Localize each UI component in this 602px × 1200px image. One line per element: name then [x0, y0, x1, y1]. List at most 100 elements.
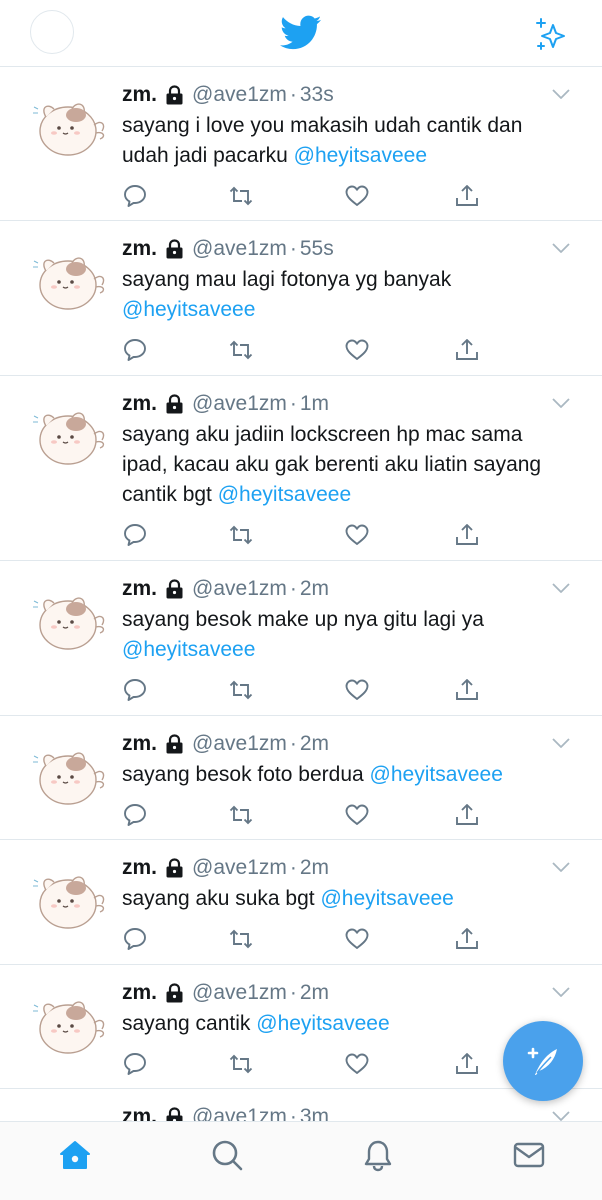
user-handle[interactable]: @ave1zm	[192, 730, 287, 758]
share-icon[interactable]	[454, 802, 480, 828]
mention-link[interactable]: @heyitsaveee	[256, 1012, 389, 1035]
tweet[interactable]: zm. @ave1zm · 33s sayang i love you maka…	[0, 67, 602, 221]
like-icon[interactable]	[344, 1051, 370, 1077]
like-icon[interactable]	[344, 677, 370, 703]
compose-tweet-button[interactable]	[503, 1021, 583, 1101]
mention-link[interactable]: @heyitsaveee	[320, 887, 453, 910]
display-name[interactable]: zm.	[122, 81, 157, 109]
cat-avatar[interactable]	[32, 249, 112, 313]
chevron-down-icon[interactable]	[552, 987, 570, 997]
user-handle[interactable]: @ave1zm	[192, 81, 287, 109]
tweet-header: zm. @ave1zm · 1m	[122, 390, 570, 418]
share-icon[interactable]	[454, 337, 480, 363]
retweet-icon[interactable]	[228, 926, 254, 952]
timestamp[interactable]: 1m	[300, 390, 329, 418]
tweet-text: sayang besok make up nya gitu lagi ya @h…	[122, 605, 570, 665]
lock-icon	[166, 1107, 183, 1121]
reply-icon[interactable]	[122, 677, 148, 703]
user-handle[interactable]: @ave1zm	[192, 1103, 287, 1121]
tweet-header: zm. @ave1zm · 2m	[122, 575, 570, 603]
chevron-down-icon[interactable]	[552, 738, 570, 748]
user-handle[interactable]: @ave1zm	[192, 575, 287, 603]
like-icon[interactable]	[344, 522, 370, 548]
share-icon[interactable]	[454, 1051, 480, 1077]
mention-link[interactable]: @heyitsaveee	[122, 638, 255, 661]
mention-link[interactable]: @heyitsaveee	[370, 763, 503, 786]
share-icon[interactable]	[454, 926, 480, 952]
reply-icon[interactable]	[122, 802, 148, 828]
retweet-icon[interactable]	[228, 337, 254, 363]
retweet-icon[interactable]	[228, 522, 254, 548]
retweet-icon[interactable]	[228, 1051, 254, 1077]
user-handle[interactable]: @ave1zm	[192, 235, 287, 263]
display-name[interactable]: zm.	[122, 979, 157, 1007]
like-icon[interactable]	[344, 183, 370, 209]
cat-avatar[interactable]	[32, 868, 112, 932]
timestamp[interactable]: 3m	[300, 1103, 329, 1121]
cat-avatar[interactable]	[32, 589, 112, 653]
tweet[interactable]: zm. @ave1zm · 55s sayang mau lagi fotony…	[0, 221, 602, 376]
chevron-down-icon[interactable]	[552, 243, 570, 253]
retweet-icon[interactable]	[228, 802, 254, 828]
like-icon[interactable]	[344, 802, 370, 828]
cat-avatar[interactable]	[32, 404, 112, 468]
timestamp[interactable]: 2m	[300, 854, 329, 882]
timestamp[interactable]: 2m	[300, 979, 329, 1007]
user-handle[interactable]: @ave1zm	[192, 854, 287, 882]
separator-dot: ·	[289, 981, 297, 1004]
notifications-icon[interactable]	[361, 1138, 395, 1172]
tweet[interactable]: zm. @ave1zm · 2m sayang aku suka bgt @he…	[0, 840, 602, 965]
display-name[interactable]: zm.	[122, 730, 157, 758]
timestamp[interactable]: 2m	[300, 575, 329, 603]
tweet[interactable]: zm. @ave1zm · 2m sayang besok make up ny…	[0, 561, 602, 716]
display-name[interactable]: zm.	[122, 1103, 157, 1121]
display-name[interactable]: zm.	[122, 575, 157, 603]
user-handle[interactable]: @ave1zm	[192, 979, 287, 1007]
reply-icon[interactable]	[122, 926, 148, 952]
display-name[interactable]: zm.	[122, 235, 157, 263]
chevron-down-icon[interactable]	[552, 89, 570, 99]
cat-avatar[interactable]	[32, 993, 112, 1057]
share-icon[interactable]	[454, 677, 480, 703]
search-icon[interactable]	[210, 1138, 244, 1172]
timestamp[interactable]: 2m	[300, 730, 329, 758]
chevron-down-icon[interactable]	[552, 862, 570, 872]
tweet[interactable]: zm. @ave1zm · 2m sayang besok foto berdu…	[0, 716, 602, 840]
display-name[interactable]: zm.	[122, 390, 157, 418]
lock-icon	[166, 579, 183, 599]
mention-link[interactable]: @heyitsaveee	[294, 144, 427, 167]
cat-avatar[interactable]	[32, 95, 112, 159]
messages-icon[interactable]	[512, 1138, 546, 1172]
retweet-icon[interactable]	[228, 677, 254, 703]
sparkle-icon[interactable]	[533, 15, 571, 53]
chevron-down-icon[interactable]	[552, 398, 570, 408]
home-icon[interactable]	[58, 1138, 92, 1172]
cat-avatar[interactable]	[32, 744, 112, 808]
reply-icon[interactable]	[122, 183, 148, 209]
reply-icon[interactable]	[122, 1051, 148, 1077]
tweet-body: sayang cantik	[122, 1012, 257, 1035]
tweet-text: sayang i love you makasih udah cantik da…	[122, 111, 570, 171]
tweet[interactable]: zm. @ave1zm · 3m	[0, 1089, 602, 1121]
chevron-down-icon[interactable]	[552, 583, 570, 593]
like-icon[interactable]	[344, 926, 370, 952]
reply-icon[interactable]	[122, 522, 148, 548]
twitter-bird-icon	[280, 15, 322, 50]
chevron-down-icon[interactable]	[552, 1111, 570, 1121]
timestamp[interactable]: 55s	[300, 235, 334, 263]
user-handle[interactable]: @ave1zm	[192, 390, 287, 418]
share-icon[interactable]	[454, 183, 480, 209]
tweet-text: sayang aku suka bgt @heyitsaveee	[122, 884, 570, 914]
display-name[interactable]: zm.	[122, 854, 157, 882]
like-icon[interactable]	[344, 337, 370, 363]
tweet-body: sayang mau lagi fotonya yg banyak	[122, 268, 452, 291]
profile-avatar[interactable]	[30, 10, 74, 54]
timestamp[interactable]: 33s	[300, 81, 334, 109]
mention-link[interactable]: @heyitsaveee	[122, 298, 255, 321]
reply-icon[interactable]	[122, 337, 148, 363]
tweet[interactable]: zm. @ave1zm · 1m sayang aku jadiin locks…	[0, 376, 602, 561]
share-icon[interactable]	[454, 522, 480, 548]
tweet-actions	[122, 914, 570, 970]
retweet-icon[interactable]	[228, 183, 254, 209]
mention-link[interactable]: @heyitsaveee	[218, 483, 351, 506]
